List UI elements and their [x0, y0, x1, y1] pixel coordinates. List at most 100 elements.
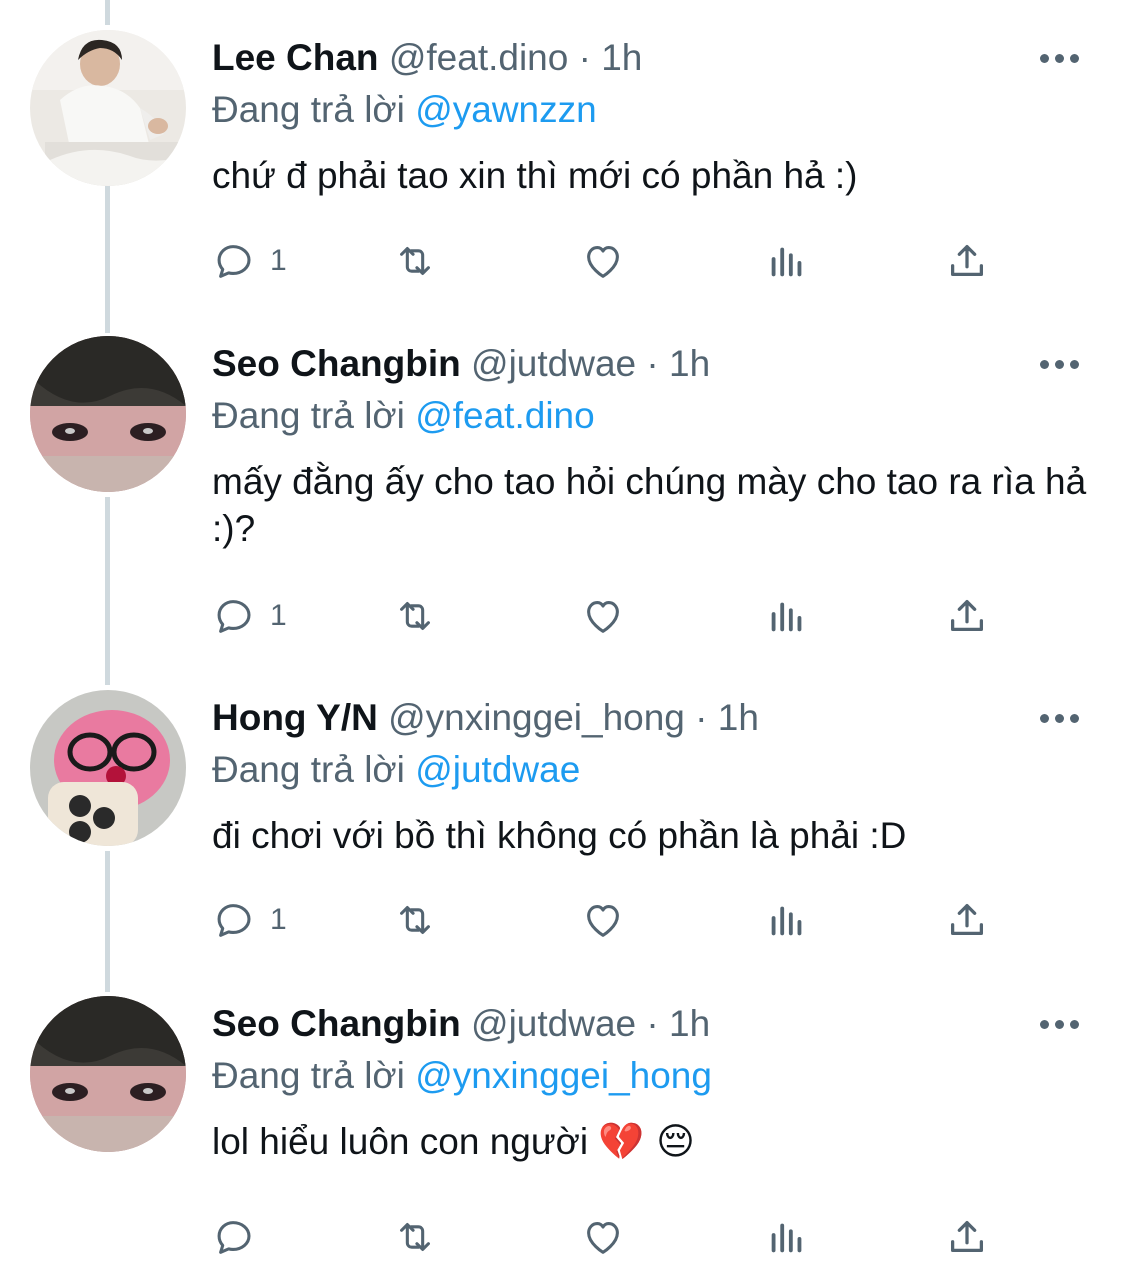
replying-to-label: Đang trả lời: [212, 395, 405, 436]
display-name[interactable]: Lee Chan: [212, 37, 379, 78]
tweet-actions: 1: [212, 895, 1012, 945]
retweet-button[interactable]: [392, 895, 438, 945]
avatar[interactable]: [30, 690, 186, 846]
avatar-photo-person-white-shirt-icon: [30, 30, 186, 186]
retweet-button[interactable]: [392, 591, 438, 641]
share-icon: [950, 599, 984, 632]
reply-count: 1: [270, 903, 287, 936]
tweet[interactable]: Seo Changbin @jutdwae · 1h Đang trả lời …: [0, 336, 1125, 676]
tweet-header: Seo Changbin @jutdwae · 1h: [212, 338, 710, 390]
tweet-header: Hong Y/N @ynxinggei_hong · 1h: [212, 692, 759, 744]
display-name[interactable]: Seo Changbin: [212, 1003, 461, 1044]
reply-button[interactable]: [212, 1212, 270, 1262]
analytics-button[interactable]: [764, 1212, 810, 1262]
tweet[interactable]: Lee Chan @feat.dino · 1h Đang trả lời @y…: [0, 30, 1125, 330]
replying-to: Đang trả lời @yawnzzn: [212, 84, 597, 136]
analytics-icon: [771, 602, 802, 632]
share-icon: [950, 244, 984, 277]
user-handle[interactable]: @jutdwae: [471, 343, 636, 384]
analytics-button[interactable]: [764, 895, 810, 945]
replying-to-label: Đang trả lời: [212, 749, 405, 790]
reply-button[interactable]: 1: [212, 895, 287, 945]
share-button[interactable]: [944, 1212, 990, 1262]
heart-icon: [587, 1222, 619, 1254]
timestamp[interactable]: 1h: [669, 343, 710, 384]
more-options-icon[interactable]: [1040, 48, 1084, 68]
tweet-text: đi chơi với bồ thì không có phần là phải…: [212, 815, 907, 856]
reply-mention-link[interactable]: @ynxinggei_hong: [415, 1055, 712, 1096]
avatar-photo-closeup-eyes-icon: [30, 996, 186, 1152]
heart-icon: [587, 601, 619, 633]
thread-line: [105, 0, 110, 25]
display-name[interactable]: Seo Changbin: [212, 343, 461, 384]
share-icon: [950, 903, 984, 936]
user-handle[interactable]: @ynxinggei_hong: [388, 697, 685, 738]
separator-dot: ·: [646, 1003, 659, 1044]
more-options-icon[interactable]: [1040, 354, 1084, 374]
timestamp[interactable]: 1h: [601, 37, 642, 78]
share-button[interactable]: [944, 236, 990, 286]
tweet-header: Lee Chan @feat.dino · 1h: [212, 32, 642, 84]
user-handle[interactable]: @jutdwae: [471, 1003, 636, 1044]
tweet[interactable]: Hong Y/N @ynxinggei_hong · 1h Đang trả l…: [0, 690, 1125, 990]
like-button[interactable]: [580, 1212, 626, 1262]
tweet-text: chứ đ phải tao xin thì mới có phần hả :): [212, 155, 858, 196]
retweet-icon: [400, 602, 430, 630]
user-handle[interactable]: @feat.dino: [389, 37, 569, 78]
heart-icon: [587, 905, 619, 937]
retweet-icon: [400, 1223, 430, 1251]
reply-icon: [217, 904, 251, 937]
more-options-icon[interactable]: [1040, 708, 1084, 728]
reply-button[interactable]: 1: [212, 591, 287, 641]
broken-heart-pensive-emoji: 💔 😔: [598, 1120, 695, 1163]
analytics-button[interactable]: [764, 236, 810, 286]
reply-icon: [217, 1221, 251, 1254]
reply-button[interactable]: 1: [212, 236, 287, 286]
reply-icon: [217, 600, 251, 633]
reply-mention-link[interactable]: @yawnzzn: [415, 89, 597, 130]
replying-to: Đang trả lời @jutdwae: [212, 744, 580, 796]
timestamp[interactable]: 1h: [669, 1003, 710, 1044]
analytics-icon: [771, 906, 802, 936]
tweet-text: mấy đằng ấy cho tao hỏi chúng mày cho ta…: [212, 461, 1087, 549]
reply-icon: [217, 245, 251, 278]
heart-icon: [587, 246, 619, 278]
tweet-actions: 1: [212, 236, 1012, 286]
tweet[interactable]: Seo Changbin @jutdwae · 1h Đang trả lời …: [0, 996, 1125, 1273]
retweet-icon: [400, 906, 430, 934]
analytics-button[interactable]: [764, 591, 810, 641]
retweet-button[interactable]: [392, 236, 438, 286]
replying-to-label: Đang trả lời: [212, 1055, 405, 1096]
analytics-icon: [771, 247, 802, 277]
like-button[interactable]: [580, 895, 626, 945]
more-options-icon[interactable]: [1040, 1014, 1084, 1034]
like-button[interactable]: [580, 591, 626, 641]
replying-to: Đang trả lời @feat.dino: [212, 390, 595, 442]
replying-to-label: Đang trả lời: [212, 89, 405, 130]
share-button[interactable]: [944, 895, 990, 945]
separator-dot: ·: [578, 37, 591, 78]
tweet-header: Seo Changbin @jutdwae · 1h: [212, 998, 710, 1050]
share-button[interactable]: [944, 591, 990, 641]
tweet-text: lol hiểu luôn con người 💔 😔: [212, 1118, 1092, 1165]
reply-count: 1: [270, 599, 287, 632]
analytics-icon: [771, 1223, 802, 1253]
avatar[interactable]: [30, 30, 186, 186]
avatar[interactable]: [30, 996, 186, 1152]
tweet-actions: [212, 1212, 1012, 1262]
separator-dot: ·: [646, 343, 659, 384]
display-name[interactable]: Hong Y/N: [212, 697, 378, 738]
separator-dot: ·: [695, 697, 708, 738]
avatar-photo-pink-plush-glasses-icon: [30, 690, 186, 846]
retweet-icon: [400, 247, 430, 275]
timestamp[interactable]: 1h: [718, 697, 759, 738]
reply-mention-link[interactable]: @feat.dino: [415, 395, 595, 436]
avatar-photo-closeup-eyes-icon: [30, 336, 186, 492]
like-button[interactable]: [580, 236, 626, 286]
avatar[interactable]: [30, 336, 186, 492]
reply-count: 1: [270, 244, 287, 277]
reply-mention-link[interactable]: @jutdwae: [415, 749, 580, 790]
retweet-button[interactable]: [392, 1212, 438, 1262]
tweet-text-body: lol hiểu luôn con người: [212, 1121, 589, 1162]
replying-to: Đang trả lời @ynxinggei_hong: [212, 1050, 712, 1102]
